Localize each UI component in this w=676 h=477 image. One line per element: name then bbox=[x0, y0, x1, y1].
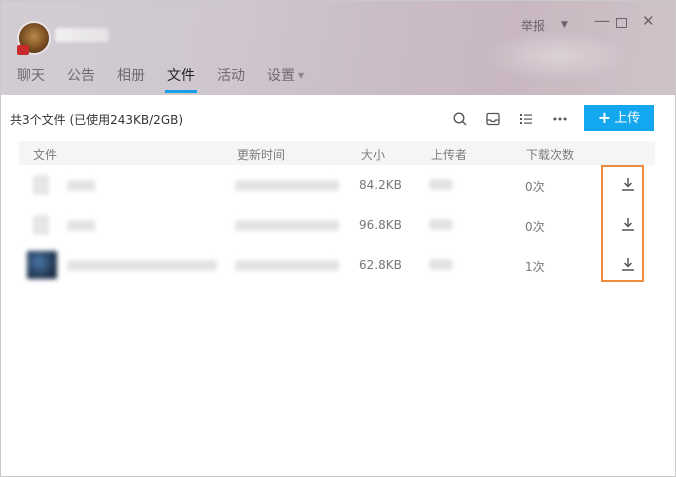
file-name-blurred bbox=[67, 180, 95, 191]
files-summary: 共3个文件 (已使用243KB/2GB) bbox=[10, 113, 184, 127]
tab-files[interactable]: 文件 bbox=[165, 65, 197, 93]
file-thumbnail bbox=[27, 251, 57, 279]
download-count: 0次 bbox=[525, 220, 545, 234]
settings-dropdown-icon: ▼ bbox=[298, 71, 305, 80]
file-name-blurred bbox=[67, 260, 217, 271]
upload-button[interactable]: + 上传 bbox=[584, 105, 654, 131]
file-size: 62.8KB bbox=[359, 258, 402, 272]
table-row[interactable]: 84.2KB 0次 bbox=[19, 165, 655, 205]
file-type-icon bbox=[33, 215, 49, 235]
group-tabs: 聊天 公告 相册 文件 活动 设置 ▼ bbox=[17, 65, 326, 93]
table-row[interactable]: 96.8KB 0次 bbox=[19, 205, 655, 245]
update-time-blurred bbox=[235, 220, 339, 231]
file-type-icon bbox=[33, 175, 49, 195]
group-header: 举报 ▼ — ✕ 聊天 公告 相册 文件 活动 设置 ▼ bbox=[1, 1, 675, 95]
list-view-icon[interactable] bbox=[515, 108, 537, 130]
tab-label: 设置 bbox=[267, 68, 295, 84]
upload-button-label: 上传 bbox=[614, 111, 641, 126]
uploader-blurred bbox=[429, 219, 453, 230]
column-header-updated[interactable]: 更新时间 bbox=[237, 146, 285, 163]
uploader-blurred bbox=[429, 259, 453, 270]
download-column-highlight bbox=[601, 165, 644, 282]
tab-chat[interactable]: 聊天 bbox=[17, 65, 45, 93]
plus-icon: + bbox=[597, 108, 612, 127]
download-count: 1次 bbox=[525, 260, 545, 274]
column-header-downloads[interactable]: 下载次数 bbox=[526, 146, 574, 163]
avatar-badge-icon bbox=[17, 45, 29, 55]
file-name-blurred bbox=[67, 220, 95, 231]
inbox-icon[interactable] bbox=[482, 108, 504, 130]
report-button[interactable]: 举报 bbox=[521, 17, 545, 34]
file-size: 84.2KB bbox=[359, 178, 402, 192]
tab-announcement[interactable]: 公告 bbox=[67, 65, 95, 93]
update-time-blurred bbox=[235, 180, 339, 191]
maximize-icon[interactable] bbox=[616, 18, 627, 28]
tab-label: 聊天 bbox=[17, 68, 45, 84]
tab-label: 公告 bbox=[67, 68, 95, 84]
tab-label: 相册 bbox=[117, 68, 145, 84]
column-header-file[interactable]: 文件 bbox=[33, 146, 57, 163]
file-size: 96.8KB bbox=[359, 218, 402, 232]
column-header-size[interactable]: 大小 bbox=[361, 146, 385, 163]
group-files-window: 举报 ▼ — ✕ 聊天 公告 相册 文件 活动 设置 ▼ 共3个文件 (已使用24… bbox=[0, 0, 676, 477]
column-header-uploader[interactable]: 上传者 bbox=[431, 146, 467, 163]
search-icon[interactable] bbox=[449, 108, 471, 130]
report-dropdown-icon[interactable]: ▼ bbox=[561, 20, 568, 30]
group-name-blurred bbox=[55, 28, 109, 42]
group-avatar[interactable] bbox=[17, 21, 51, 55]
table-row[interactable]: 62.8KB 1次 bbox=[19, 245, 655, 285]
close-icon[interactable]: ✕ bbox=[642, 12, 655, 30]
update-time-blurred bbox=[235, 260, 339, 271]
tab-settings[interactable]: 设置 ▼ bbox=[267, 65, 304, 93]
tab-label: 活动 bbox=[217, 68, 245, 84]
tab-album[interactable]: 相册 bbox=[117, 65, 145, 93]
uploader-blurred bbox=[429, 179, 453, 190]
tab-label: 文件 bbox=[167, 68, 195, 84]
download-count: 0次 bbox=[525, 180, 545, 194]
header-background-decoration bbox=[481, 31, 631, 81]
table-header: 文件 更新时间 大小 上传者 下载次数 bbox=[19, 141, 655, 165]
tab-activity[interactable]: 活动 bbox=[217, 65, 245, 93]
more-icon[interactable] bbox=[549, 108, 571, 130]
minimize-icon[interactable]: — bbox=[594, 11, 610, 30]
